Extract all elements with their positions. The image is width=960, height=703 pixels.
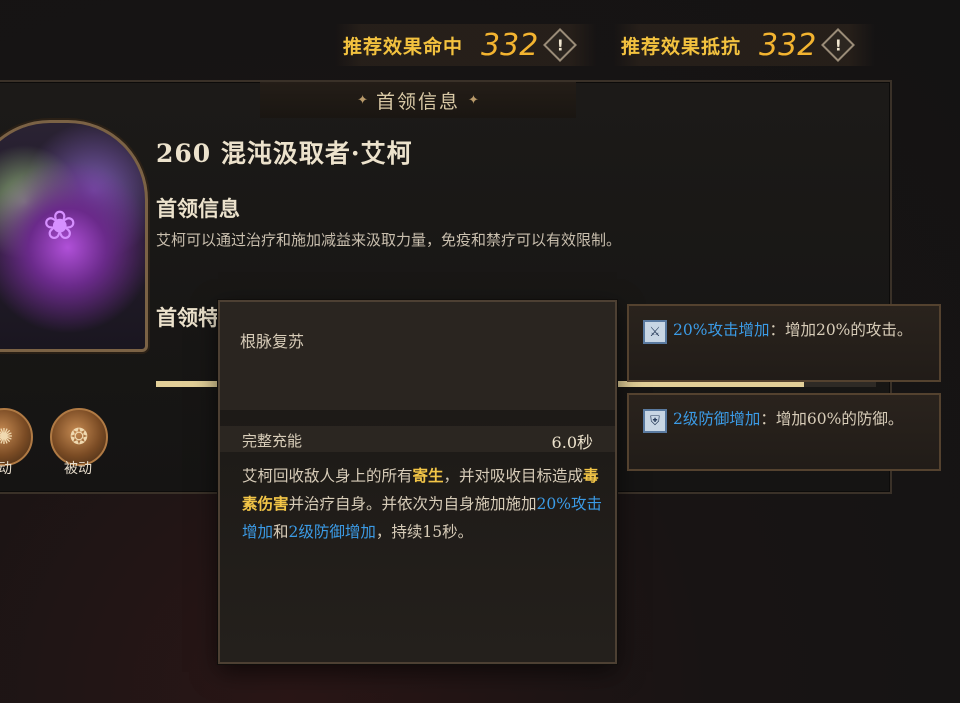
stat-value: 332: [481, 27, 539, 63]
panel-title: 首领信息: [375, 90, 460, 113]
feature-heading: 首领特: [156, 305, 219, 330]
tooltip-header: [220, 302, 615, 410]
keyword-parasite: 寄生: [412, 466, 444, 485]
stat-label: 推荐效果命中: [343, 35, 464, 58]
tooltip-charge-row: 完整充能 6.0秒: [220, 426, 615, 452]
info-heading: 首领信息: [156, 196, 240, 221]
keyword-defense-up[interactable]: 2级防御增加: [289, 523, 376, 541]
skill-label: 动: [0, 461, 12, 477]
buff-card-defense: ⛨ 2级防御增加：增加60%的防御。: [627, 393, 941, 471]
desc-text: ，持续15秒。: [375, 523, 474, 541]
charge-label: 完整充能: [242, 432, 303, 450]
warning-icon[interactable]: !: [543, 28, 578, 62]
panel-title-bar: ✦ 首领信息 ✦: [260, 82, 576, 118]
desc-text: 并治疗自身。并依次为自身施加施加: [288, 495, 537, 513]
buff-text: 2级防御增加：增加60%的防御。: [673, 405, 913, 433]
warning-icon[interactable]: !: [821, 28, 856, 62]
buff-desc: ：增加60%的防御。: [760, 410, 904, 428]
skill-label: 被动: [64, 461, 92, 477]
buff-card-attack: ⚔ 20%攻击增加：增加20%的攻击。: [627, 304, 941, 382]
stat-value: 332: [759, 27, 817, 63]
shield-icon: ⛨: [643, 409, 667, 433]
stat-effect-resist: 推荐效果抵抗 332 !: [613, 24, 875, 66]
boss-portrait-icon: ❀: [43, 203, 77, 249]
tooltip-description: 艾柯回收敌人身上的所有寄生，并对吸收目标造成毒素伤害并治疗自身。并依次为自身施加…: [242, 462, 602, 546]
diamond-ornament-icon: ✦: [357, 92, 368, 108]
tooltip-skill-name: 根脉复苏: [240, 332, 305, 351]
info-description: 艾柯可以通过治疗和施加减益来汲取力量，免疫和禁疗可以有效限制。: [156, 231, 622, 249]
boss-portrait: ❀: [0, 120, 148, 352]
desc-text: 和: [273, 523, 289, 541]
buff-text: 20%攻击增加：增加20%的攻击。: [673, 316, 913, 344]
buff-name: 2级防御增加: [673, 410, 761, 428]
desc-text: 艾柯回收敌人身上的所有: [242, 467, 413, 485]
buff-name: 20%攻击增加: [673, 321, 770, 339]
desc-text: ，并对吸收目标造成: [443, 467, 584, 485]
sword-icon: ⚔: [643, 320, 667, 344]
charge-value: 6.0秒: [551, 433, 593, 452]
stat-effect-hit: 推荐效果命中 332 !: [335, 24, 597, 66]
skill-tooltip: 根脉复苏 完整充能 6.0秒 艾柯回收敌人身上的所有寄生，并对吸收目标造成毒素伤…: [218, 300, 617, 664]
diamond-ornament-icon: ✦: [468, 92, 479, 108]
buff-desc: ：增加20%的攻击。: [769, 321, 913, 339]
stat-label: 推荐效果抵抗: [621, 35, 742, 58]
boss-name: 260 混沌汲取者·艾柯: [156, 139, 413, 168]
